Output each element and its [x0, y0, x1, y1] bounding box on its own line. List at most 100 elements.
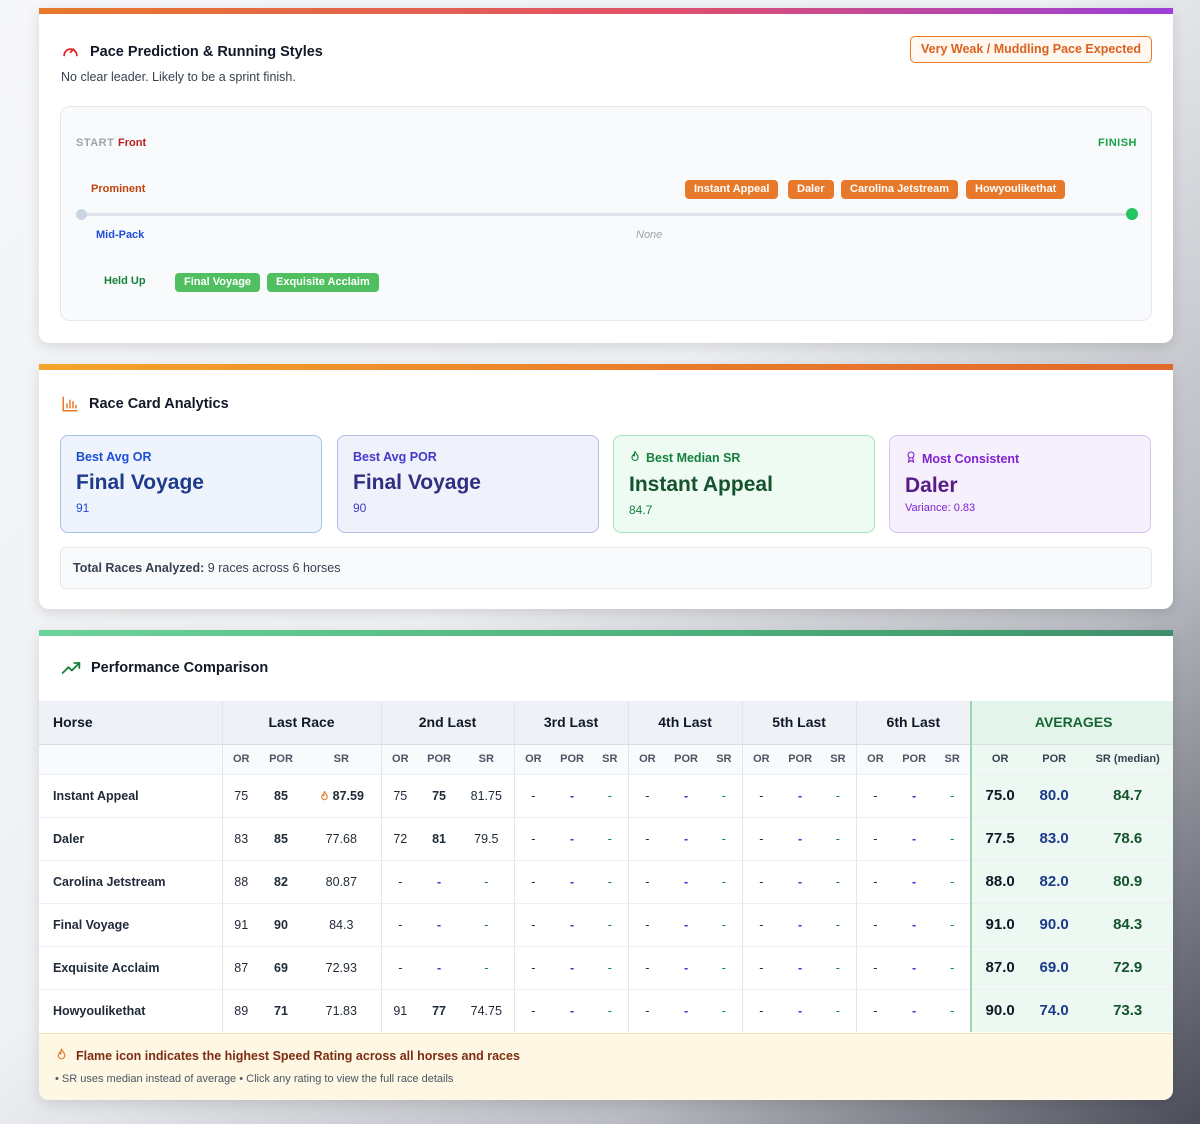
rating-cell-sr: - [706, 945, 743, 989]
sub-header-avg: OR [970, 744, 1029, 774]
horse-chip-prominent[interactable]: Howyoulikethat [966, 180, 1066, 199]
group-header-averages: AVERAGES [970, 701, 1173, 745]
group-header-4th-last: 4th Last [627, 701, 743, 745]
card-accent-bar [39, 364, 1173, 370]
sub-header-or: OR [741, 744, 781, 774]
average-cell-sr: 73.3 [1080, 988, 1173, 1032]
horse-name-cell: Carolina Jetstream [39, 859, 222, 903]
rating-cell-por: - [666, 859, 707, 903]
performance-card-header: Performance Comparison [61, 660, 268, 676]
horse-name-cell: Exquisite Acclaim [39, 945, 222, 989]
note-title: Flame icon indicates the highest Speed R… [76, 1049, 520, 1063]
sub-header-por: POR [260, 744, 302, 774]
rating-cell-sr: - [459, 859, 515, 903]
flame-legend-note: Flame icon indicates the highest Speed R… [39, 1033, 1173, 1100]
average-cell-sr: 72.9 [1080, 945, 1173, 989]
rating-cell-por[interactable]: 81 [419, 816, 460, 860]
note-text: • SR uses median instead of average • Cl… [55, 1073, 454, 1085]
rating-cell-por[interactable]: 85 [260, 773, 302, 817]
sr-value: 87.59 [332, 788, 364, 803]
rating-cell-por[interactable]: 69 [260, 945, 302, 989]
rating-cell-sr: - [706, 816, 743, 860]
stat-card-best-avg-or: Best Avg OR Final Voyage 91 [60, 435, 322, 533]
rating-cell-sr[interactable]: 71.83 [302, 988, 382, 1032]
stat-sub: 91 [76, 501, 90, 515]
rating-cell-or: - [627, 945, 667, 989]
rating-cell-sr[interactable]: 81.75 [459, 773, 515, 817]
horse-name-cell: Howyoulikethat [39, 988, 222, 1032]
rating-cell-sr[interactable]: 77.68 [302, 816, 382, 860]
stat-card-best-median-sr: Best Median SR Instant Appeal 84.7 [613, 435, 875, 533]
rating-cell-sr[interactable]: 87.59 [302, 773, 382, 817]
horse-chip-prominent[interactable]: Daler [788, 180, 834, 199]
sub-header-sr: SR [934, 744, 972, 774]
rating-cell-or: - [741, 859, 781, 903]
stat-value: Instant Appeal [629, 473, 773, 496]
rating-cell-por[interactable]: 82 [260, 859, 302, 903]
average-cell-por: 82.0 [1028, 859, 1081, 903]
horse-chip-heldup[interactable]: Exquisite Acclaim [267, 273, 379, 292]
rating-cell-por: - [666, 773, 707, 817]
rating-cell-por[interactable]: 90 [260, 902, 302, 946]
rating-cell-or[interactable]: 88 [221, 859, 260, 903]
sub-header-sr: SR [706, 744, 743, 774]
horse-chip-prominent[interactable]: Instant Appeal [685, 180, 779, 199]
rating-cell-or[interactable]: 75 [380, 773, 420, 817]
group-header-6th-last: 6th Last [855, 701, 972, 745]
rating-cell-or[interactable]: 75 [221, 773, 260, 817]
finish-dot [1126, 208, 1138, 220]
rating-cell-or[interactable]: 91 [221, 902, 260, 946]
rating-cell-por[interactable]: 71 [260, 988, 302, 1032]
rating-cell-sr[interactable]: 80.87 [302, 859, 382, 903]
rating-cell-por[interactable]: 75 [419, 773, 460, 817]
average-cell-por: 69.0 [1028, 945, 1081, 989]
pace-subtitle: No clear leader. Likely to be a sprint f… [61, 70, 296, 84]
rating-cell-or[interactable]: 89 [221, 988, 260, 1032]
rating-cell-sr[interactable]: 74.75 [459, 988, 515, 1032]
flame-icon [55, 1047, 68, 1065]
stat-value: Final Voyage [353, 471, 481, 494]
rating-cell-or: - [855, 988, 895, 1032]
table-row: Instant Appeal 75 85 87.59 75 75 81.75- - - - - - - -… [39, 773, 1173, 817]
rating-cell-or: - [741, 902, 781, 946]
note-title-row: Flame icon indicates the highest Speed R… [55, 1047, 1157, 1065]
rating-cell-por: - [780, 945, 821, 989]
rating-cell-sr[interactable]: 72.93 [302, 945, 382, 989]
award-icon [905, 450, 917, 467]
prominent-label: Prominent [91, 183, 146, 195]
horse-chip-prominent[interactable]: Carolina Jetstream [841, 180, 959, 199]
heldup-label: Held Up [104, 275, 146, 287]
sub-header-sr: SR [820, 744, 857, 774]
rating-cell-sr: - [820, 773, 857, 817]
rating-cell-or[interactable]: 72 [380, 816, 420, 860]
rating-cell-or[interactable]: 87 [221, 945, 260, 989]
start-dot [76, 209, 87, 220]
rating-cell-sr: - [706, 988, 743, 1032]
group-header-2nd-last: 2nd Last [380, 701, 515, 745]
pace-badge: Very Weak / Muddling Pace Expected [910, 36, 1152, 63]
sub-header-avg: SR (median) [1080, 744, 1173, 774]
rating-cell-sr[interactable]: 84.3 [302, 902, 382, 946]
rating-cell-or: - [627, 816, 667, 860]
rating-cell-sr: - [592, 773, 629, 817]
sub-header-or: OR [513, 744, 553, 774]
stat-sub: 90 [353, 501, 367, 515]
rating-cell-sr: - [706, 859, 743, 903]
rating-cell-or: - [513, 902, 553, 946]
rating-cell-sr: - [934, 945, 972, 989]
average-cell-sr: 84.7 [1080, 773, 1173, 817]
rating-cell-or[interactable]: 83 [221, 816, 260, 860]
rating-cell-or[interactable]: 91 [380, 988, 420, 1032]
rating-cell-or: - [513, 988, 553, 1032]
rating-cell-sr: - [820, 816, 857, 860]
rating-cell-por[interactable]: 77 [419, 988, 460, 1032]
rating-cell-sr[interactable]: 79.5 [459, 816, 515, 860]
rating-cell-por: - [666, 816, 707, 860]
stat-title: Best Avg OR [76, 450, 152, 464]
speedometer-icon [61, 42, 80, 61]
horse-chip-heldup[interactable]: Final Voyage [175, 273, 261, 292]
pace-card-header: Pace Prediction & Running Styles [61, 42, 323, 61]
rating-cell-por[interactable]: 85 [260, 816, 302, 860]
rating-cell-sr: - [592, 816, 629, 860]
rating-cell-por: - [552, 816, 593, 860]
